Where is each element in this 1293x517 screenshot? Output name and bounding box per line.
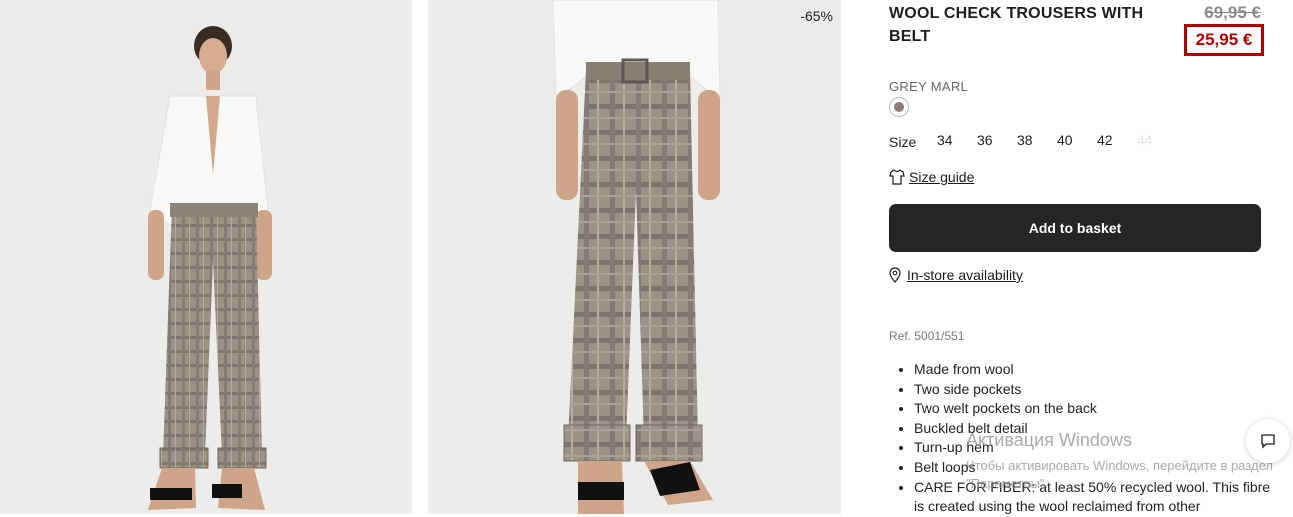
product-reference: Ref. 5001/551: [889, 329, 965, 343]
size-option-40[interactable]: 40: [1057, 132, 1097, 148]
product-info-panel: WOOL CHECK TROUSERS WITH BELT 69,95 € 25…: [889, 0, 1293, 514]
in-store-availability-link[interactable]: In-store availability: [889, 267, 1023, 283]
add-to-basket-button[interactable]: Add to basket: [889, 204, 1261, 252]
in-store-availability-label: In-store availability: [907, 267, 1023, 283]
list-item: Belt loops: [914, 458, 1274, 478]
size-option-44: 44: [1137, 132, 1153, 148]
list-item: Made from wool: [914, 360, 1274, 380]
discount-badge: -65%: [800, 8, 833, 24]
product-title: WOOL CHECK TROUSERS WITH BELT: [889, 5, 1144, 45]
size-option-38[interactable]: 38: [1017, 132, 1057, 148]
size-label: Size: [889, 134, 917, 150]
old-price: 69,95 €: [1204, 3, 1261, 22]
size-selector: 34 36 38 40 42 44: [937, 132, 1177, 148]
chat-button[interactable]: [1246, 419, 1290, 463]
color-name: GREY MARL: [889, 79, 969, 94]
size-option-42[interactable]: 42: [1097, 132, 1137, 148]
sale-price: 25,95 €: [1184, 24, 1264, 56]
list-item: Two side pockets: [914, 380, 1274, 400]
list-item: Two welt pockets on the back: [914, 399, 1274, 419]
model-illustration: [148, 26, 272, 510]
feature-list: Made from wool Two side pockets Two welt…: [889, 360, 1274, 517]
list-item: Buckled belt detail: [914, 419, 1274, 439]
color-swatch-icon[interactable]: [889, 97, 909, 117]
size-guide-link[interactable]: Size guide: [889, 169, 974, 185]
product-photo-full[interactable]: [0, 0, 412, 514]
size-option-36[interactable]: 36: [977, 132, 1017, 148]
product-photo-detail[interactable]: -65%: [428, 0, 841, 514]
trousers-closeup-illustration: [552, 0, 721, 514]
size-option-34[interactable]: 34: [937, 132, 977, 148]
size-guide-label: Size guide: [909, 169, 975, 185]
list-item: Turn-up hem: [914, 438, 1274, 458]
chat-icon: [1261, 434, 1275, 449]
list-item: CARE FOR FIBER: at least 50% recycled wo…: [914, 478, 1274, 517]
location-pin-icon: [889, 267, 901, 283]
tshirt-icon: [889, 169, 905, 185]
